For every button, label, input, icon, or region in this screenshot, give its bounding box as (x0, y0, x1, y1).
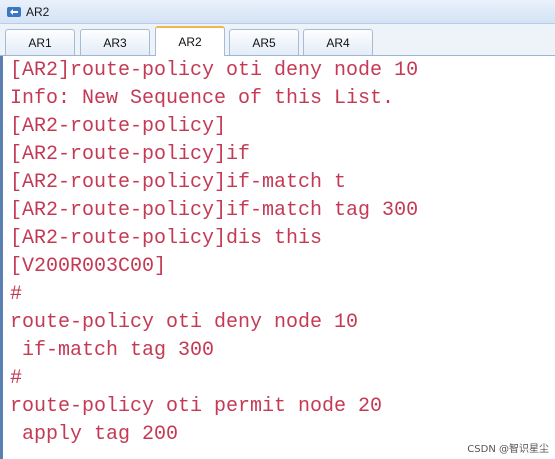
watermark-text: CSDN @智识星尘 (467, 444, 549, 455)
terminal-console[interactable]: [AR2]route-policy oti deny node 10 Info:… (0, 56, 555, 459)
terminal-line: [AR2-route-policy]dis this (10, 227, 323, 250)
terminal-line: apply tag 200 (10, 423, 179, 446)
terminal-line: Info: New Sequence of this List. (10, 87, 395, 110)
window-titlebar: AR2 (0, 0, 555, 24)
terminal-line: [AR2-route-policy]if-match tag 300 (10, 199, 419, 222)
terminal-line: [AR2-route-policy] (10, 115, 227, 138)
tab-ar2[interactable]: AR2 (155, 26, 225, 56)
terminal-line: [AR2]route-policy oti deny node 10 (10, 59, 419, 82)
terminal-line: # (10, 283, 23, 306)
terminal-line: route-policy oti deny node 10 (10, 311, 359, 334)
router-icon (6, 4, 22, 20)
terminal-line: if-match tag 300 (10, 339, 215, 362)
session-tab-bar: AR1 AR3 AR2 AR5 AR4 (0, 24, 555, 56)
terminal-line: [AR2-route-policy]if-match t (10, 171, 347, 194)
tab-ar1[interactable]: AR1 (5, 29, 75, 55)
terminal-line: # (10, 367, 23, 390)
terminal-line: route-policy oti permit node 20 (10, 395, 383, 418)
terminal-line: [V200R003C00] (10, 255, 167, 278)
tab-ar3[interactable]: AR3 (80, 29, 150, 55)
window-title: AR2 (26, 4, 50, 19)
tab-ar5[interactable]: AR5 (229, 29, 299, 55)
terminal-line: [AR2-route-policy]if (10, 143, 251, 166)
tab-ar4[interactable]: AR4 (303, 29, 373, 55)
